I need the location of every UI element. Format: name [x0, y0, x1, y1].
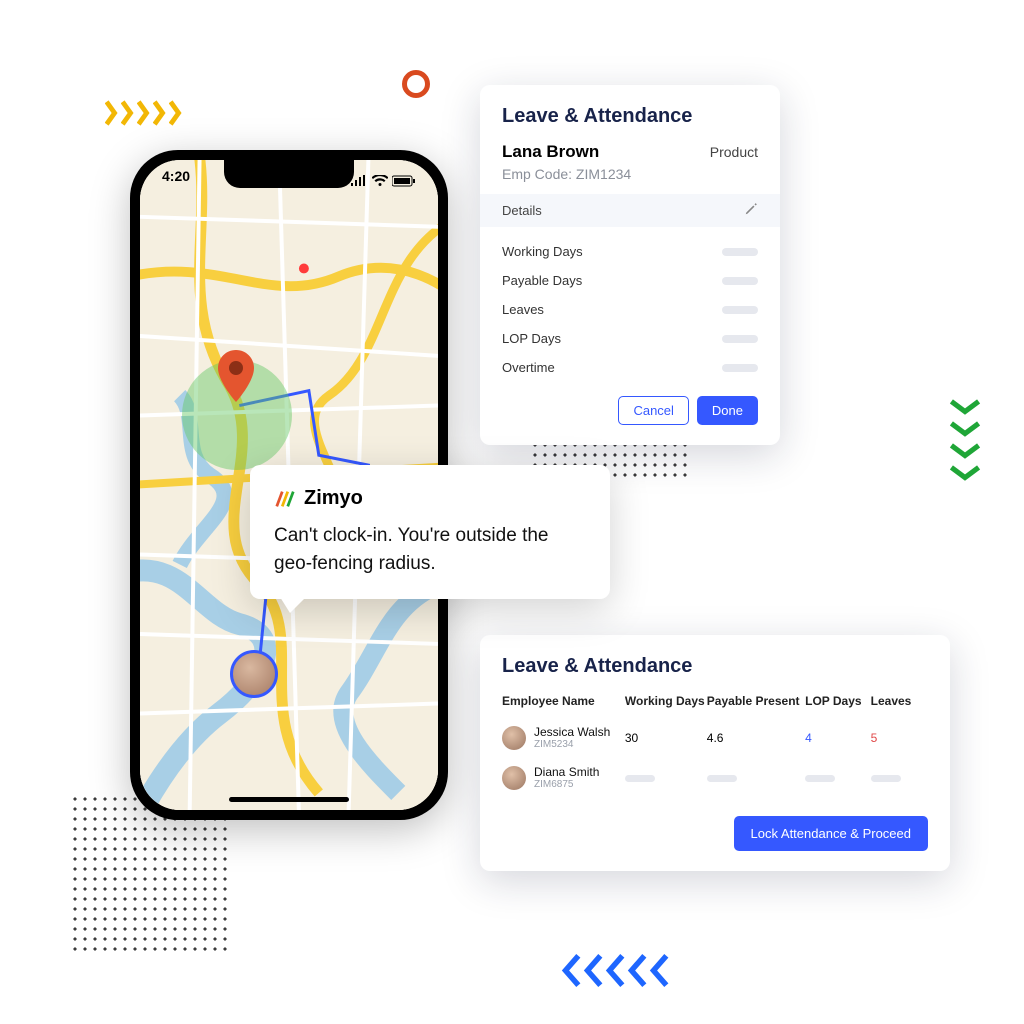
details-header: Details — [502, 203, 542, 218]
card-title: Leave & Attendance — [502, 105, 758, 128]
employee-name: Lana Brown — [502, 142, 599, 162]
leave-attendance-table-card: Leave & Attendance Employee Name Working… — [480, 635, 950, 871]
edit-icon[interactable] — [744, 202, 758, 219]
deco-ring-icon — [402, 70, 430, 98]
home-indicator[interactable] — [229, 797, 349, 802]
done-button[interactable]: Done — [697, 396, 758, 425]
value-placeholder — [625, 775, 655, 782]
detail-row: Leaves — [502, 295, 758, 324]
detail-row: Overtime — [502, 353, 758, 382]
geofence-alert-callout: Zimyo Can't clock-in. You're outside the… — [250, 465, 610, 599]
battery-icon — [392, 175, 416, 187]
avatar — [502, 766, 526, 790]
value-placeholder — [871, 775, 901, 782]
col-lop: LOP Days — [805, 694, 871, 708]
detail-row: Payable Days — [502, 266, 758, 295]
col-employee: Employee Name — [502, 694, 625, 708]
detail-row: Working Days — [502, 237, 758, 266]
deco-chevrons-yellow — [105, 100, 185, 126]
detail-row: LOP Days — [502, 324, 758, 353]
user-location-avatar[interactable] — [230, 650, 278, 698]
card-title: Leave & Attendance — [502, 655, 928, 678]
value-placeholder — [722, 364, 758, 372]
col-leaves: Leaves — [871, 694, 928, 708]
value-placeholder — [722, 306, 758, 314]
lock-attendance-button[interactable]: Lock Attendance & Proceed — [734, 816, 928, 851]
col-payable: Payable Present — [707, 694, 805, 708]
avatar — [502, 726, 526, 750]
deco-chevrons-blue — [560, 954, 670, 984]
map-pin-icon — [216, 350, 256, 407]
attendance-table: Employee Name Working Days Payable Prese… — [502, 694, 928, 798]
value-placeholder — [707, 775, 737, 782]
employee-code: Emp Code: ZIM1234 — [502, 166, 758, 182]
phone-notch — [224, 160, 354, 188]
employee-department: Product — [710, 144, 758, 160]
col-working: Working Days — [625, 694, 707, 708]
status-time: 4:20 — [162, 168, 190, 194]
brand-name: Zimyo — [304, 487, 363, 510]
alert-message: Can't clock-in. You're outside the geo-f… — [274, 522, 586, 577]
table-row[interactable]: Diana SmithZIM6875 — [502, 758, 928, 798]
leave-attendance-details-card: Leave & Attendance Lana Brown Product Em… — [480, 85, 780, 445]
value-placeholder — [722, 335, 758, 343]
value-placeholder — [722, 248, 758, 256]
wifi-icon — [372, 175, 388, 187]
deco-chevrons-green — [948, 398, 982, 486]
value-placeholder — [722, 277, 758, 285]
zimyo-logo-icon — [274, 488, 296, 510]
cancel-button[interactable]: Cancel — [618, 396, 688, 425]
value-placeholder — [805, 775, 835, 782]
table-row[interactable]: Jessica WalshZIM5234 30 4.6 4 5 — [502, 718, 928, 758]
